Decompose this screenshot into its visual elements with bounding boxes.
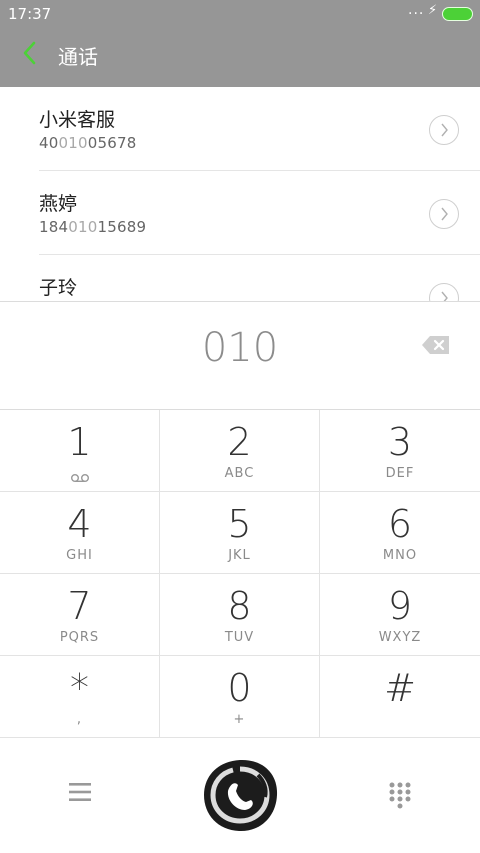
- bottom-action-bar: [0, 739, 480, 853]
- key-4[interactable]: 4 GHI: [0, 492, 160, 574]
- list-item[interactable]: 燕婷 18401015689: [0, 171, 480, 255]
- backspace-icon[interactable]: [421, 334, 451, 356]
- key-letters: +: [233, 712, 246, 727]
- contact-number: 4001005678: [39, 134, 137, 152]
- list-item[interactable]: 子玲: [0, 255, 480, 301]
- key-digit: 3: [387, 420, 413, 464]
- key-digit: 9: [387, 584, 413, 628]
- key-digit: 5: [227, 502, 252, 546]
- key-8[interactable]: 8 TUV: [160, 574, 320, 656]
- key-7[interactable]: 7 PQRS: [0, 574, 160, 656]
- key-letters: ,: [76, 712, 83, 727]
- status-bar: 17:37 ... ⚡: [0, 0, 480, 28]
- contact-name: 燕婷: [39, 193, 78, 215]
- menu-icon[interactable]: [68, 781, 92, 803]
- key-letters: DEF: [385, 466, 415, 481]
- dialed-number: 010: [201, 325, 279, 371]
- charging-icon: ⚡: [428, 3, 438, 18]
- dialed-number-display: 010: [0, 301, 480, 409]
- battery-icon: [442, 7, 473, 21]
- key-letters: WXYZ: [378, 630, 422, 645]
- key-9[interactable]: 9 WXYZ: [320, 574, 480, 656]
- voicemail-icon: [70, 468, 90, 483]
- dial-keypad: 1 2 ABC 3 DEF 4 GHI 5 JKL 6 MNO 7 PQRS 8…: [0, 409, 480, 739]
- status-time: 17:37: [8, 5, 52, 23]
- key-0[interactable]: 0 +: [160, 656, 320, 738]
- page-title: 通话: [58, 45, 98, 69]
- key-6[interactable]: 6 MNO: [320, 492, 480, 574]
- contact-name: 小米客服: [39, 109, 116, 131]
- key-digit: 0: [227, 666, 252, 710]
- key-digit: 4: [67, 502, 92, 546]
- title-bar: 通话: [0, 28, 480, 87]
- list-item[interactable]: 小米客服 4001005678: [0, 87, 480, 171]
- key-letters: TUV: [224, 630, 255, 645]
- call-icon: [204, 759, 278, 832]
- key-letters: JKL: [228, 548, 251, 563]
- key-star[interactable]: * ,: [0, 656, 160, 738]
- key-1[interactable]: 1: [0, 410, 160, 492]
- chevron-right-icon[interactable]: [429, 199, 459, 229]
- chevron-right-icon[interactable]: [429, 115, 459, 145]
- key-hash[interactable]: #: [320, 656, 480, 738]
- contact-number: 18401015689: [39, 218, 147, 236]
- call-button[interactable]: [198, 755, 282, 835]
- key-digit: 6: [387, 502, 413, 546]
- key-letters: GHI: [66, 548, 93, 563]
- key-digit: 8: [227, 584, 252, 628]
- key-5[interactable]: 5 JKL: [160, 492, 320, 574]
- key-digit: *: [70, 666, 89, 710]
- key-letters: ABC: [224, 466, 255, 481]
- key-3[interactable]: 3 DEF: [320, 410, 480, 492]
- key-digit: 2: [227, 420, 252, 464]
- key-letters: PQRS: [59, 630, 100, 645]
- dialpad-icon[interactable]: [388, 781, 412, 811]
- key-2[interactable]: 2 ABC: [160, 410, 320, 492]
- key-letters: MNO: [382, 548, 418, 563]
- contact-name: 子玲: [39, 277, 78, 299]
- contact-results-list: 小米客服 4001005678 燕婷 18401015689 子玲: [0, 87, 480, 301]
- key-digit: #: [384, 666, 416, 710]
- key-digit: 1: [67, 420, 92, 464]
- chevron-right-icon[interactable]: [429, 283, 459, 301]
- key-digit: 7: [67, 584, 92, 628]
- signal-icon: ...: [408, 2, 425, 18]
- chevron-left-icon[interactable]: [18, 38, 44, 68]
